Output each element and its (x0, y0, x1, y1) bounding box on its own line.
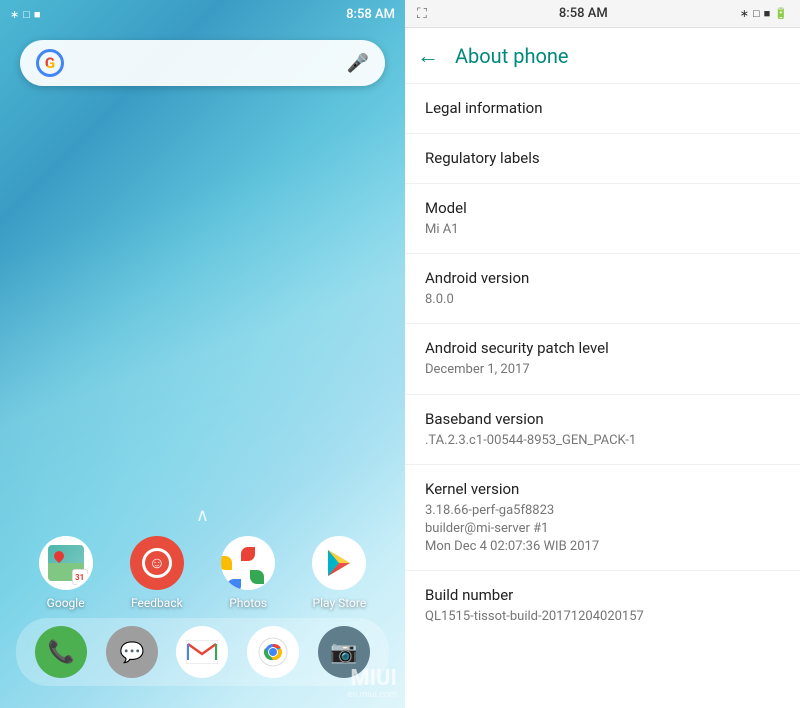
app-row: 31 Google ☺ Feedback (0, 536, 405, 618)
setting-model-title: Model (425, 198, 780, 219)
app-photos-label: Photos (229, 596, 267, 610)
bt-icon-right: ∗ (740, 7, 749, 20)
battery-icon-right: 🔋 (774, 7, 788, 20)
setting-kernel-value: 3.18.66-perf-ga5f8823 builder@mi-server … (425, 502, 780, 557)
dock: 📞 💬 (16, 618, 389, 686)
setting-build-title: Build number (425, 585, 780, 606)
app-feedback[interactable]: ☺ Feedback (124, 536, 189, 610)
setting-build[interactable]: Build number QL1515-tissot-build-2017120… (405, 571, 800, 640)
setting-android-version-value: 8.0.0 (425, 291, 780, 309)
chevron-up-icon: ∧ (196, 505, 209, 526)
app-google-label: Google (47, 596, 85, 610)
setting-security-patch-title: Android security patch level (425, 338, 780, 359)
back-button[interactable]: ← (417, 43, 439, 69)
settings-list: Legal information Regulatory labels Mode… (405, 84, 800, 708)
setting-regulatory-title: Regulatory labels (425, 148, 780, 169)
watermark: MIUI en.miui.com (348, 668, 397, 700)
setting-model[interactable]: Model Mi A1 (405, 184, 800, 254)
playstore-icon (312, 536, 366, 590)
dock-phone[interactable]: 📞 (35, 626, 87, 678)
miui-text: MIUI (350, 668, 397, 690)
app-playstore[interactable]: Play Store (307, 536, 372, 610)
search-bar[interactable]: G 🎤 (20, 40, 385, 86)
dock-chrome[interactable] (247, 626, 299, 678)
setting-kernel[interactable]: Kernel version 3.18.66-perf-ga5f8823 bui… (405, 465, 800, 572)
setting-baseband-value: .TA.2.3.c1-00544-8953_GEN_PACK-1 (425, 432, 780, 450)
status-bar-right: ⛶ 8:58 AM ∗ □ ■ 🔋 (405, 0, 800, 28)
setting-security-patch-value: December 1, 2017 (425, 361, 780, 379)
setting-security-patch[interactable]: Android security patch level December 1,… (405, 324, 800, 394)
google-icon: 31 (39, 536, 93, 590)
signal-icon: ■ (34, 8, 41, 21)
status-icons-right: ∗ □ ■ 🔋 (740, 7, 788, 20)
setting-baseband[interactable]: Baseband version .TA.2.3.c1-00544-8953_G… (405, 395, 800, 465)
setting-android-version-title: Android version (425, 268, 780, 289)
home-screen: ∗ □ ■ 8:58 AM G 🎤 ∧ (0, 0, 405, 708)
status-icons-left: ∗ □ ■ (10, 8, 41, 21)
about-title: About phone (455, 44, 569, 68)
setting-build-value: QL1515-tissot-build-20171204020157 (425, 608, 780, 626)
app-feedback-label: Feedback (131, 596, 183, 610)
drag-handle[interactable]: ∧ (0, 497, 405, 536)
vibrate-icon: □ (23, 8, 30, 21)
setting-kernel-title: Kernel version (425, 479, 780, 500)
setting-model-value: Mi A1 (425, 221, 780, 239)
setting-regulatory[interactable]: Regulatory labels (405, 134, 800, 184)
search-bar-container[interactable]: G 🎤 (0, 28, 405, 94)
feedback-icon: ☺ (130, 536, 184, 590)
app-playstore-label: Play Store (313, 596, 367, 610)
signal-icon-right: □ (753, 7, 760, 20)
pinwheel (232, 547, 264, 579)
bluetooth-icon: ∗ (10, 8, 19, 21)
miui-url: en.miui.com (348, 690, 397, 700)
setting-legal[interactable]: Legal information (405, 84, 800, 134)
dock-gmail[interactable] (176, 626, 228, 678)
image-icon: ⛶ (417, 6, 427, 22)
dock-messages[interactable]: 💬 (106, 626, 158, 678)
app-google[interactable]: 31 Google (33, 536, 98, 610)
time-right: 8:58 AM (559, 6, 608, 21)
setting-android-version[interactable]: Android version 8.0.0 (405, 254, 800, 324)
time-left: 8:58 AM (346, 7, 395, 22)
signal2-icon-right: ■ (764, 7, 771, 20)
setting-baseband-title: Baseband version (425, 409, 780, 430)
app-photos[interactable]: Photos (216, 536, 281, 610)
mic-icon[interactable]: 🎤 (347, 53, 369, 74)
status-bar-left: ∗ □ ■ 8:58 AM (0, 0, 405, 28)
wallpaper-area (0, 94, 405, 396)
chrome-svg (257, 636, 289, 668)
playstore-svg (324, 548, 354, 578)
photos-icon (221, 536, 275, 590)
setting-legal-title: Legal information (425, 98, 780, 119)
google-logo: G (36, 49, 64, 77)
about-header: ← About phone (405, 28, 800, 84)
about-phone-screen: ⛶ 8:58 AM ∗ □ ■ 🔋 ← About phone Legal in… (405, 0, 800, 708)
app-grid-area: ∧ 31 (0, 396, 405, 708)
gmail-svg (186, 640, 218, 664)
